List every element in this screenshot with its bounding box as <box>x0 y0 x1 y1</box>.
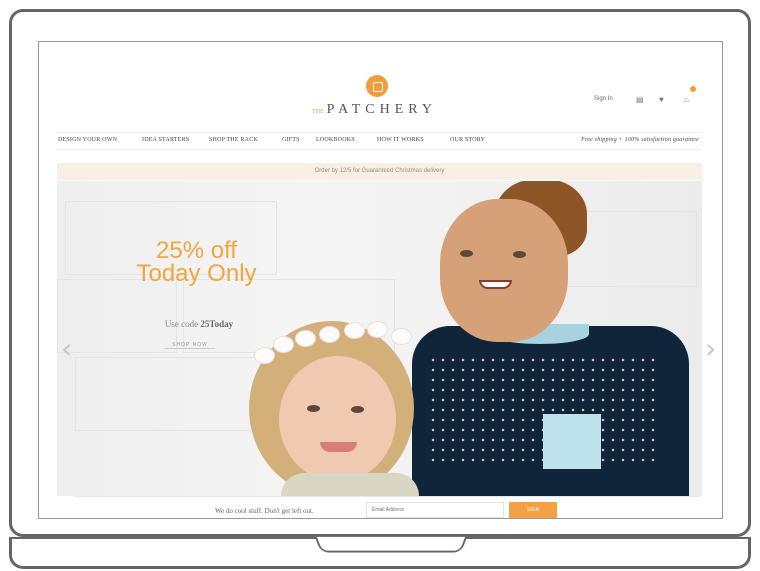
site-logo[interactable]: THE PATCHERY <box>312 102 437 118</box>
logo-badge-icon[interactable] <box>366 75 388 97</box>
hero-banner[interactable]: 25% off Today Only Use code 25Today SHOP… <box>57 181 702 496</box>
cart-icon[interactable]: ⌂ <box>684 95 689 104</box>
nav-idea-starters[interactable]: IDEA STARTERS <box>142 137 189 143</box>
newsletter-email-input[interactable] <box>366 502 504 518</box>
girl-face <box>279 356 396 482</box>
nav-how-it-works[interactable]: HOW IT WORKS <box>377 137 424 143</box>
shirt-pocket <box>543 414 601 469</box>
flower-crown <box>344 322 365 339</box>
promo-discount: 25% off <box>156 237 237 264</box>
flower-crown <box>273 336 294 353</box>
laptop-notch <box>314 536 468 553</box>
girl-eye <box>351 406 364 413</box>
newsletter-message: We do cool stuff. Don't get left out. <box>215 507 314 515</box>
nav-lookbooks[interactable]: LOOKBOOKS <box>316 137 355 143</box>
promo-duration: Today Only <box>136 260 257 287</box>
girl-dress <box>281 473 419 496</box>
sign-in-link[interactable]: Sign In <box>594 96 613 102</box>
flower-crown <box>254 347 275 364</box>
nav-design-your-own[interactable]: DESIGN YOUR OWN <box>58 137 117 143</box>
laptop-screen: THE PATCHERY Sign In ▤ ♥ ⌂ DESIGN YOUR OW… <box>38 41 723 519</box>
favorites-icon[interactable]: ♥ <box>659 95 664 104</box>
boy-smile <box>479 280 512 289</box>
nav-gifts[interactable]: GIFTS <box>282 137 300 143</box>
boy-eye <box>513 251 526 258</box>
carousel-right-arrow[interactable]: › <box>705 335 716 363</box>
background-brick <box>57 279 177 353</box>
boy-eye <box>460 250 473 257</box>
promo-title: 25% off Today Only <box>119 237 274 287</box>
flower-crown <box>319 326 340 343</box>
account-icon[interactable]: ▤ <box>636 95 644 104</box>
boy-face <box>440 199 568 342</box>
flower-crown <box>391 328 412 345</box>
flower-crown <box>295 330 316 347</box>
newsletter-submit-button[interactable]: SIGN <box>509 502 557 518</box>
carousel-left-arrow[interactable]: ‹ <box>61 335 72 363</box>
laptop-base <box>9 536 751 569</box>
promo-code: Use code 25Today <box>164 319 234 329</box>
main-navigation: DESIGN YOUR OWN IDEA STARTERS SHOP THE R… <box>57 132 702 150</box>
nav-shop-the-rack[interactable]: SHOP THE RACK <box>209 137 258 143</box>
announcement-bar: Order by 12/5 for Guaranteed Christmas d… <box>57 163 702 180</box>
newsletter-signup: We do cool stuff. Don't get left out. SI… <box>75 496 700 518</box>
nav-our-story[interactable]: OUR STORY <box>450 137 485 143</box>
girl-eye <box>307 405 320 412</box>
cart-count-dot <box>690 86 696 92</box>
patchery-website: THE PATCHERY Sign In ▤ ♥ ⌂ DESIGN YOUR OW… <box>57 60 716 518</box>
girl-smile <box>320 442 357 452</box>
flower-crown <box>367 321 388 338</box>
shop-now-link[interactable]: SHOP NOW <box>165 342 215 349</box>
shipping-guarantee: Free shipping + 100% satisfaction guaran… <box>581 137 699 143</box>
